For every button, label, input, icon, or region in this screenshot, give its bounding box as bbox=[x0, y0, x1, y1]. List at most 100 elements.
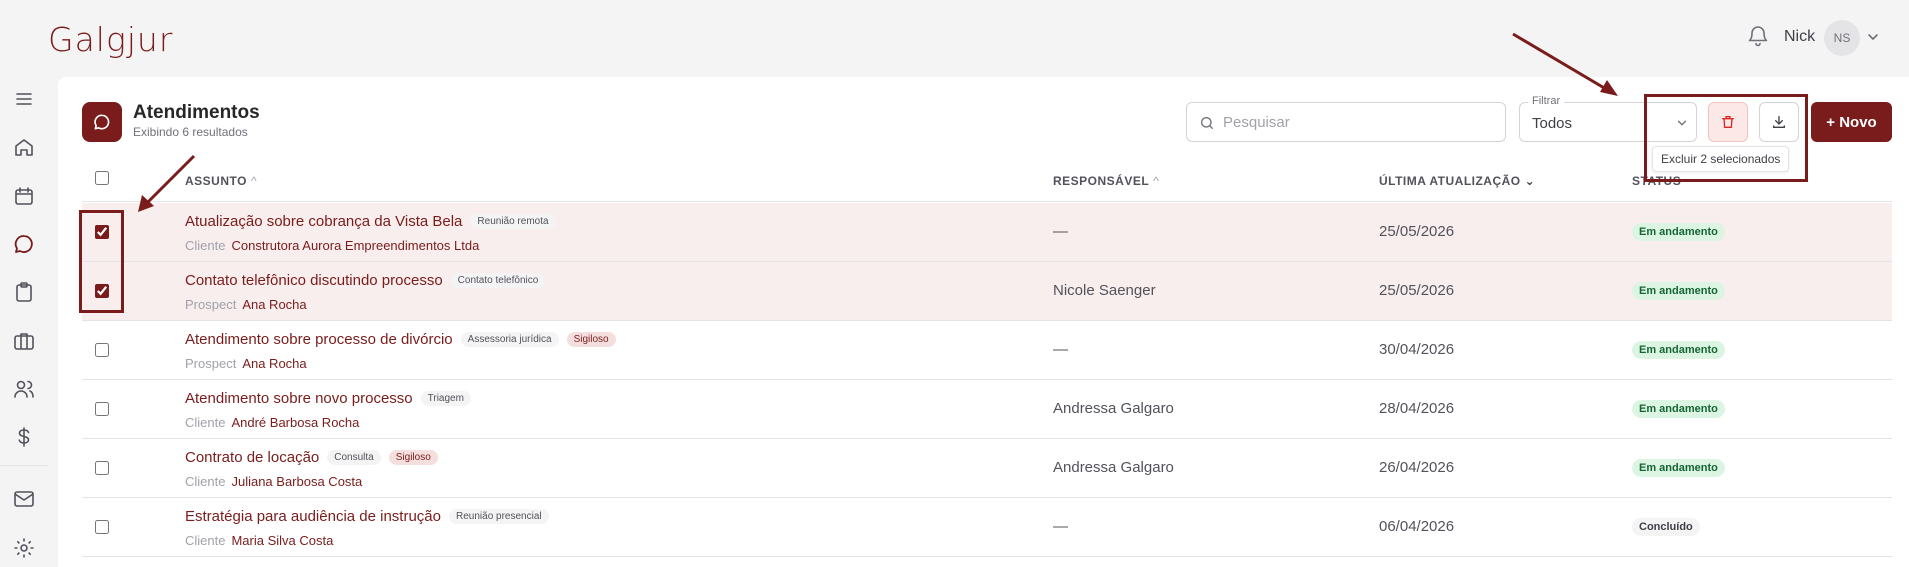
search-icon bbox=[1201, 117, 1213, 129]
export-button[interactable] bbox=[1759, 102, 1799, 142]
responsible-cell: — bbox=[1053, 341, 1068, 358]
person-role: Prospect bbox=[185, 356, 237, 371]
subject-cell: Atendimento sobre novo processo Triagem bbox=[185, 390, 471, 407]
subject-cell: Estratégia para audiência de instrução Re… bbox=[185, 508, 549, 525]
home-icon[interactable] bbox=[12, 135, 36, 159]
clipboard-icon[interactable] bbox=[12, 280, 36, 304]
person-role: Cliente bbox=[185, 474, 226, 489]
avatar[interactable]: NS bbox=[1824, 20, 1860, 56]
person-link[interactable]: Ana Rocha bbox=[242, 297, 306, 312]
row-checkbox[interactable] bbox=[95, 343, 109, 357]
select-all-checkbox[interactable] bbox=[95, 171, 109, 185]
subject-link[interactable]: Atualização sobre cobrança da Vista Bela bbox=[185, 213, 462, 230]
user-name[interactable]: Nick bbox=[1784, 28, 1815, 46]
tag-badge: Consulta bbox=[327, 450, 381, 465]
bell-icon[interactable] bbox=[1746, 24, 1770, 48]
users-icon[interactable] bbox=[12, 377, 36, 401]
status-badge: Em andamento bbox=[1632, 223, 1725, 241]
responsible-cell: — bbox=[1053, 223, 1068, 240]
header-updated[interactable]: ÚLTIMA ATUALIZAÇÃO ⌄ bbox=[1379, 174, 1535, 188]
person-link[interactable]: Maria Silva Costa bbox=[231, 533, 333, 548]
subject-link[interactable]: Atendimento sobre novo processo bbox=[185, 390, 413, 407]
status-badge: Em andamento bbox=[1632, 341, 1725, 359]
responsible-cell: Andressa Galgaro bbox=[1053, 400, 1174, 417]
sort-asc-icon: ^ bbox=[250, 174, 258, 188]
tag-badge: Sigiloso bbox=[566, 332, 616, 347]
row-checkbox[interactable] bbox=[95, 461, 109, 475]
filter-value: Todos bbox=[1532, 115, 1573, 132]
person-link[interactable]: Juliana Barbosa Costa bbox=[231, 474, 362, 489]
download-icon bbox=[1773, 116, 1785, 128]
updated-date: 25/05/2026 bbox=[1379, 282, 1455, 299]
table-row[interactable]: Estratégia para audiência de instrução Re… bbox=[82, 498, 1892, 557]
responsible-cell: Andressa Galgaro bbox=[1053, 459, 1174, 476]
row-checkbox[interactable] bbox=[95, 284, 109, 298]
new-button[interactable]: + Novo bbox=[1811, 102, 1892, 142]
person-role: Prospect bbox=[185, 297, 237, 312]
header-status[interactable]: STATUS bbox=[1632, 174, 1681, 188]
subject-link[interactable]: Contrato de locação bbox=[185, 449, 319, 466]
app-logo[interactable]: Galgjur bbox=[48, 20, 173, 59]
tag-badge: Assessoria jurídica bbox=[460, 332, 559, 347]
subject-cell: Atendimento sobre processo de divórcio As… bbox=[185, 331, 616, 348]
person-cell: Prospect Ana Rocha bbox=[185, 297, 307, 312]
updated-date: 06/04/2026 bbox=[1379, 518, 1455, 535]
row-checkbox[interactable] bbox=[95, 225, 109, 239]
delete-selected-button[interactable] bbox=[1708, 102, 1748, 142]
chevron-down-icon[interactable] bbox=[1866, 30, 1880, 44]
trash-icon bbox=[1722, 116, 1734, 128]
mail-icon[interactable] bbox=[12, 487, 36, 511]
responsible-cell: — bbox=[1053, 518, 1068, 535]
dollar-icon[interactable] bbox=[12, 425, 36, 449]
table-row[interactable]: Atualização sobre cobrança da Vista Bela… bbox=[82, 203, 1892, 262]
person-cell: Cliente Maria Silva Costa bbox=[185, 533, 333, 548]
tag-badge: Triagem bbox=[420, 391, 471, 406]
page-title: Atendimentos bbox=[133, 102, 260, 123]
subject-cell: Contato telefônico discutindo processo Co… bbox=[185, 272, 546, 289]
person-cell: Cliente Construtora Aurora Empreendimento… bbox=[185, 238, 479, 253]
row-checkbox[interactable] bbox=[95, 520, 109, 534]
briefcase-icon[interactable] bbox=[12, 329, 36, 353]
row-checkbox[interactable] bbox=[95, 402, 109, 416]
table-row[interactable]: Atendimento sobre processo de divórcio As… bbox=[82, 321, 1892, 380]
tag-badge: Reunião remota bbox=[470, 214, 556, 229]
subject-cell: Atualização sobre cobrança da Vista Bela… bbox=[185, 213, 556, 230]
person-cell: Prospect Ana Rocha bbox=[185, 356, 307, 371]
table-row[interactable]: Contato telefônico discutindo processo Co… bbox=[82, 262, 1892, 321]
filter-label: Filtrar bbox=[1528, 95, 1565, 107]
status-badge: Concluído bbox=[1632, 518, 1700, 536]
person-link[interactable]: Construtora Aurora Empreendimentos Ltda bbox=[231, 238, 479, 253]
tag-badge: Sigiloso bbox=[388, 450, 438, 465]
header-responsible[interactable]: RESPONSÁVEL ^ bbox=[1053, 174, 1159, 188]
sidebar-divider bbox=[0, 465, 48, 466]
updated-date: 28/04/2026 bbox=[1379, 400, 1455, 417]
updated-date: 30/04/2026 bbox=[1379, 341, 1455, 358]
menu-icon[interactable] bbox=[12, 87, 36, 111]
filter-select[interactable]: Todos bbox=[1519, 102, 1697, 142]
person-role: Cliente bbox=[185, 238, 226, 253]
results-count: Exibindo 6 resultados bbox=[133, 125, 248, 139]
person-role: Cliente bbox=[185, 533, 226, 548]
person-link[interactable]: André Barbosa Rocha bbox=[231, 415, 359, 430]
responsible-cell: Nicole Saenger bbox=[1053, 282, 1156, 299]
person-link[interactable]: Ana Rocha bbox=[242, 356, 306, 371]
gear-icon[interactable] bbox=[12, 536, 36, 560]
status-badge: Em andamento bbox=[1632, 459, 1725, 477]
subject-link[interactable]: Contato telefônico discutindo processo bbox=[185, 272, 443, 289]
chat-icon[interactable] bbox=[12, 232, 36, 256]
table-row[interactable]: Atendimento sobre novo processo Triagem Cl… bbox=[82, 380, 1892, 439]
header-subject[interactable]: ASSUNTO ^ bbox=[185, 174, 257, 188]
table-header: ASSUNTO ^ RESPONSÁVEL ^ ÚLTIMA ATUALIZAÇÃO… bbox=[82, 160, 1892, 202]
person-cell: Cliente André Barbosa Rocha bbox=[185, 415, 359, 430]
subject-cell: Contrato de locação Consulta Sigiloso bbox=[185, 449, 438, 466]
search-input[interactable] bbox=[1223, 111, 1493, 133]
calendar-icon[interactable] bbox=[12, 184, 36, 208]
table-row[interactable]: Contrato de locação Consulta Sigiloso Clien… bbox=[82, 439, 1892, 498]
subject-link[interactable]: Atendimento sobre processo de divórcio bbox=[185, 331, 453, 348]
updated-date: 25/05/2026 bbox=[1379, 223, 1455, 240]
search-box[interactable] bbox=[1186, 102, 1506, 142]
status-badge: Em andamento bbox=[1632, 400, 1725, 418]
updated-date: 26/04/2026 bbox=[1379, 459, 1455, 476]
subject-link[interactable]: Estratégia para audiência de instrução bbox=[185, 508, 441, 525]
page-icon bbox=[82, 102, 122, 142]
